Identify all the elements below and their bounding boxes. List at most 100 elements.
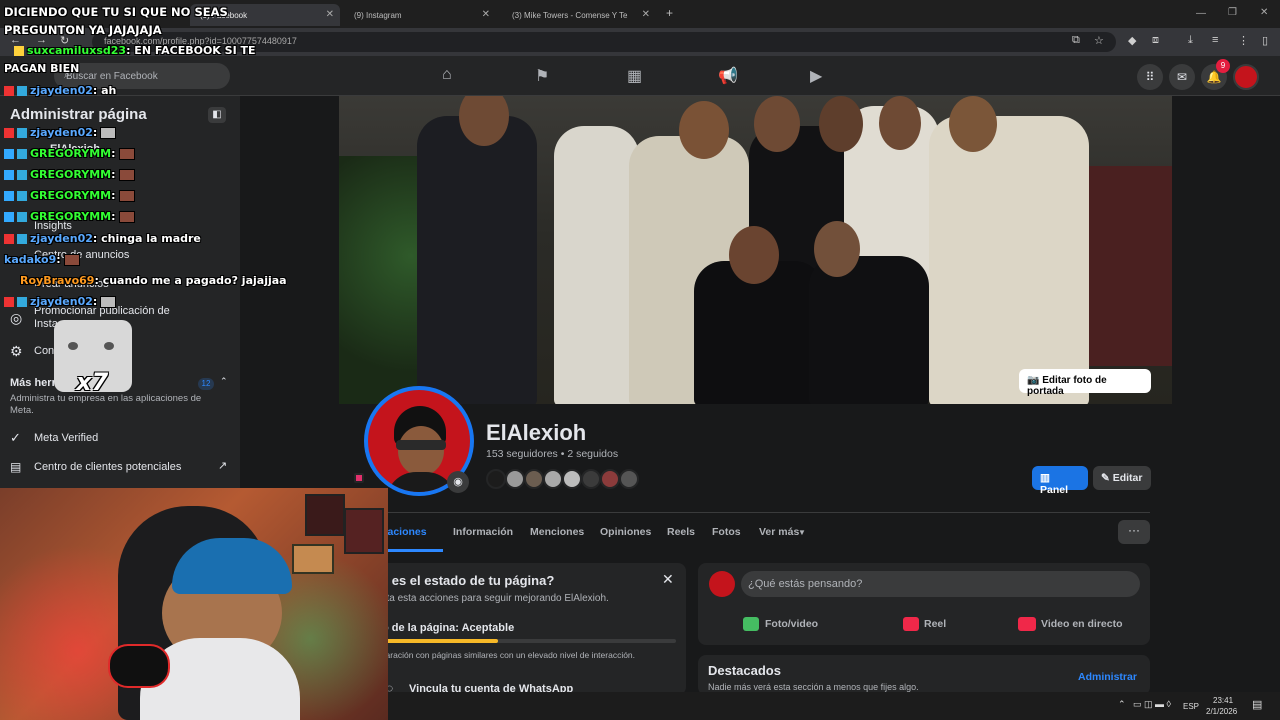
badge-icon	[14, 46, 24, 56]
menu-grid-icon[interactable]: ⠿	[1137, 64, 1163, 90]
tab-opiniones[interactable]: Opiniones	[600, 526, 651, 538]
chat-username: kadako9	[4, 253, 57, 266]
cast-icon[interactable]: ⧉	[1072, 34, 1080, 47]
edit-label: Editar	[1112, 472, 1143, 484]
maximize-icon[interactable]: ❐	[1228, 7, 1237, 18]
chat-text: : EN FACEBOOK SI TE	[126, 44, 256, 57]
chat-username: GREGORYMM	[30, 210, 112, 223]
badge-icon	[17, 212, 27, 222]
clock-time[interactable]: 23:41	[1213, 696, 1233, 705]
tab-instagram[interactable]: (9) Instagram ✕	[344, 4, 496, 483]
download-icon[interactable]: ⤓	[1188, 34, 1193, 47]
extension-icon[interactable]: ◆	[1128, 34, 1136, 47]
chat-username: RoyBravo69	[20, 274, 95, 287]
overlay-title-line-2: PREGUNTON YA JAJAJAJA	[4, 23, 162, 37]
tab-reels[interactable]: Reels	[667, 526, 695, 538]
status-compare-note: En comparación con páginas similares con…	[352, 650, 636, 660]
page-name: ElAlexioh	[486, 420, 587, 445]
home-icon[interactable]: ⌂	[442, 66, 452, 84]
manage-highlights-link[interactable]: Administrar	[1078, 671, 1137, 683]
edit-cover-button[interactable]: 📷 Editar foto de portada	[1019, 369, 1151, 397]
puzzle-icon[interactable]: ⧈	[1152, 34, 1159, 47]
tray-icons[interactable]: ▭ ◫ ▬ ◊	[1133, 699, 1171, 710]
sidebar-item-meta-verified[interactable]: Meta Verified	[34, 432, 98, 444]
account-avatar[interactable]	[1233, 64, 1259, 90]
dashboard-icon[interactable]: ▦	[627, 66, 642, 86]
new-tab-button[interactable]: +	[666, 6, 673, 20]
leads-icon: ▤	[10, 460, 22, 474]
emote	[118, 169, 135, 181]
tab-youtube[interactable]: (3) Mike Towers - Comense Y Te ✕	[502, 4, 656, 483]
close-window-icon[interactable]: ✕	[1260, 7, 1268, 18]
language-indicator[interactable]: ESP	[1183, 702, 1199, 711]
external-link-icon: ↗	[218, 460, 228, 472]
chat-text: :	[56, 253, 61, 266]
badge-icon	[4, 149, 14, 159]
notification-center-icon[interactable]: ▤	[1252, 698, 1262, 711]
video-icon[interactable]: ▶	[810, 66, 822, 86]
chevron-up-icon[interactable]: ⌃	[1118, 699, 1126, 710]
more-tools-description: Administra tu empresa en las aplicacione…	[10, 393, 202, 416]
chevron-up-icon[interactable]: ⌃	[220, 376, 228, 387]
chat-message: GREGORYMM:	[4, 168, 135, 181]
poster	[305, 494, 345, 536]
close-icon[interactable]: ✕	[482, 9, 490, 20]
followers-count[interactable]: 153 seguidores • 2 seguidos	[486, 448, 618, 460]
megaphone-icon[interactable]: 📢	[718, 66, 738, 86]
chat-message: zjayden02: chinga la madre	[4, 232, 201, 245]
tab-ver-mas[interactable]: Ver más	[759, 526, 799, 538]
badge-icon	[4, 234, 14, 244]
photo-video-button[interactable]: Foto/video	[765, 618, 818, 630]
follower-avatar[interactable]	[524, 469, 544, 489]
live-video-button[interactable]: Video en directo	[1041, 618, 1123, 630]
panel-button[interactable]: ▥ Panel	[1032, 466, 1088, 496]
close-icon[interactable]: ✕	[642, 9, 650, 20]
badge-icon	[17, 86, 27, 96]
chat-message: zjayden02:	[4, 295, 117, 308]
chat-text: :	[92, 126, 98, 139]
badge-icon	[17, 149, 27, 159]
composer-input[interactable]: ¿Qué estás pensando?	[741, 571, 1140, 597]
cover-photo	[339, 96, 1172, 404]
chat-message: kadako9:	[4, 253, 80, 266]
tab-menciones[interactable]: Menciones	[530, 526, 584, 538]
collapse-sidebar-icon[interactable]: ◧	[208, 107, 226, 123]
edit-button[interactable]: ✎ Editar	[1093, 466, 1151, 490]
follower-avatar[interactable]	[486, 469, 506, 489]
minimize-icon[interactable]: —	[1196, 8, 1206, 19]
badge-icon	[4, 212, 14, 222]
reel-button[interactable]: Reel	[924, 618, 946, 630]
chat-text: :	[92, 295, 98, 308]
tab-informacion[interactable]: Información	[453, 526, 513, 538]
messenger-icon[interactable]: ✉	[1169, 64, 1195, 90]
follower-avatar[interactable]	[505, 469, 525, 489]
sidebar-item-leads-center[interactable]: Centro de clientes potenciales	[34, 461, 181, 473]
flag-icon[interactable]: ⚑	[535, 66, 549, 86]
badge-icon	[17, 170, 27, 180]
follower-avatar[interactable]	[581, 469, 601, 489]
more-options-button[interactable]: ···	[1118, 520, 1150, 544]
avatar	[709, 571, 735, 597]
poster	[344, 508, 384, 554]
chat-message: zjayden02:	[4, 126, 117, 139]
more-tools-count: 12	[198, 378, 214, 390]
follower-avatar[interactable]	[562, 469, 582, 489]
badge-icon	[17, 234, 27, 244]
tab-fotos[interactable]: Fotos	[712, 526, 741, 538]
clock-date[interactable]: 2/1/2026	[1206, 707, 1237, 716]
follower-avatar[interactable]	[619, 469, 639, 489]
follower-avatar[interactable]	[543, 469, 563, 489]
camera-icon[interactable]: ◉	[447, 471, 469, 493]
chat-message: GREGORYMM:	[4, 210, 135, 223]
overlay-title-line-1: DICIENDO QUE TU SI QUE NO SEAS	[4, 5, 228, 19]
side-panel-icon[interactable]: ▯	[1262, 34, 1268, 47]
follower-avatar[interactable]	[600, 469, 620, 489]
instagram-icon: ◎	[10, 310, 23, 326]
menu-kebab-icon[interactable]: ⋮	[1238, 34, 1249, 47]
media-icon[interactable]: ≡	[1212, 34, 1218, 46]
close-icon[interactable]: ✕	[662, 571, 674, 588]
caret-down-icon: ▼	[798, 528, 806, 537]
bookmark-star-icon[interactable]: ☆	[1094, 34, 1104, 47]
search-input[interactable]: Buscar en Facebook	[66, 71, 158, 82]
close-icon[interactable]: ✕	[326, 9, 334, 20]
